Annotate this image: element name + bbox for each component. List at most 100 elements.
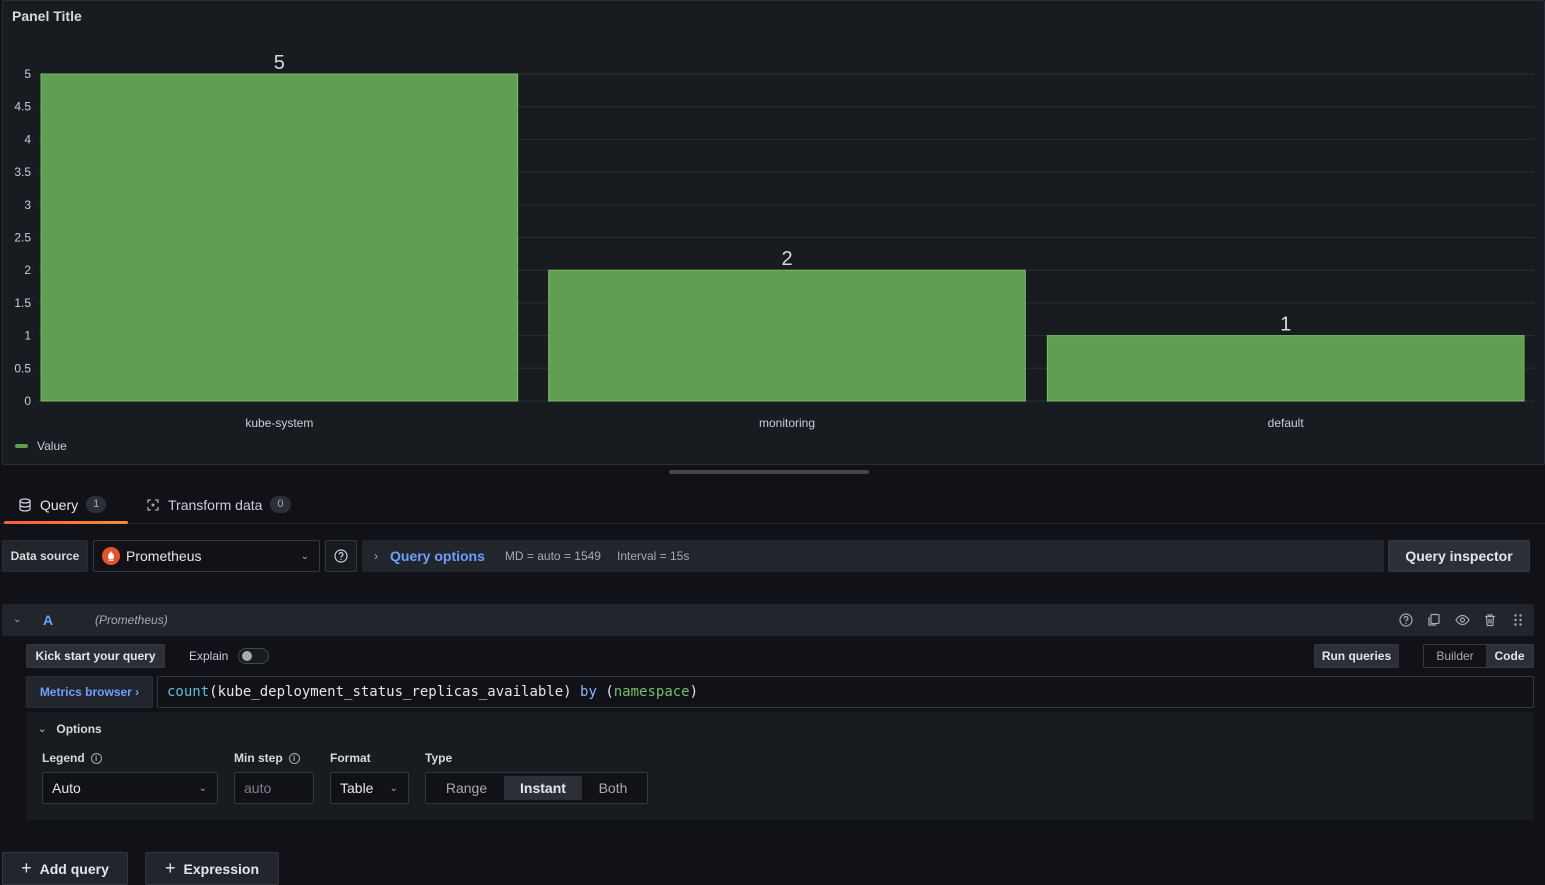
legend[interactable]: Value xyxy=(15,439,67,453)
query-row-actions xyxy=(1398,612,1526,628)
help-icon[interactable] xyxy=(1398,612,1414,628)
y-tick-label: 2.5 xyxy=(14,231,31,245)
datasource-picker[interactable]: Prometheus ⌄ xyxy=(93,540,320,572)
panel-resize-handle[interactable] xyxy=(669,470,869,474)
minstep-input[interactable]: auto xyxy=(234,772,314,804)
bar-value-label: 2 xyxy=(781,248,792,270)
chevron-down-icon: ⌄ xyxy=(389,783,398,794)
expr-keyword: by xyxy=(580,684,597,700)
query-expression-editor[interactable]: count (kube_deployment_status_replicas_av… xyxy=(157,676,1534,708)
datasource-selected: Prometheus xyxy=(126,548,202,564)
eye-icon[interactable] xyxy=(1454,612,1470,628)
datasource-label: Data source xyxy=(2,540,88,572)
y-tick-label: 4.5 xyxy=(14,100,31,114)
tab-query[interactable]: Query 1 xyxy=(4,486,128,524)
explain-label: Explain xyxy=(189,649,229,663)
explain-toggle[interactable] xyxy=(238,648,270,664)
help-icon xyxy=(334,549,348,563)
legend-select[interactable]: Auto ⌄ xyxy=(42,772,218,804)
expr-label: namespace xyxy=(613,684,690,700)
editor-tabs: Query 1 Transform data 0 xyxy=(0,486,1545,524)
panel: Panel Title 0 0.5 1 1.5 2 2.5 3 3.5 4 4.5 5 5 kube-s… xyxy=(2,0,1545,465)
interval: Interval = 15s xyxy=(616,549,690,563)
tab-transform-count: 0 xyxy=(270,496,291,513)
bar xyxy=(40,73,519,402)
x-tick-label: kube-system xyxy=(245,416,313,430)
trash-icon[interactable] xyxy=(1482,612,1498,628)
add-expression-button[interactable]: + Expression xyxy=(145,852,279,885)
duplicate-icon[interactable] xyxy=(1426,612,1442,628)
bar xyxy=(1046,335,1525,402)
legend-field-text: Legend xyxy=(42,751,85,765)
type-field-text: Type xyxy=(425,751,453,765)
options-toggle[interactable]: ⌄ Options xyxy=(38,722,102,736)
expression-label: Expression xyxy=(183,860,259,877)
datasource-help-button[interactable] xyxy=(325,540,357,572)
bar-value-label: 1 xyxy=(1280,314,1291,336)
kickstart-query-button[interactable]: Kick start your query xyxy=(26,644,165,668)
tab-transform[interactable]: Transform data 0 xyxy=(132,486,305,523)
bar-chart: 0 0.5 1 1.5 2 2.5 3 3.5 4 4.5 5 5 kube-system 2 monito… xyxy=(14,52,1535,430)
query-datasource-hint: (Prometheus) xyxy=(95,613,168,627)
x-tick-label: monitoring xyxy=(759,416,815,430)
datasource-row: Data source Prometheus ⌄ › Query options… xyxy=(0,540,1545,572)
query-ref-id[interactable]: A xyxy=(43,612,53,628)
legend-field-label: Legend i xyxy=(42,751,102,765)
explain-toggle-group: Explain xyxy=(189,648,270,664)
expr-function: count xyxy=(167,684,210,700)
database-icon xyxy=(19,497,31,512)
max-data-points: MD = auto = 1549 xyxy=(504,549,601,563)
type-radio-group: Range Instant Both xyxy=(425,772,648,804)
plus-icon: + xyxy=(165,858,176,878)
type-field-label: Type xyxy=(425,751,452,765)
format-field-text: Format xyxy=(330,751,371,765)
mode-builder[interactable]: Builder xyxy=(1424,645,1486,667)
tab-transform-label: Transform data xyxy=(168,496,263,513)
format-select[interactable]: Table ⌄ xyxy=(330,772,409,804)
expr-paren-open: ( xyxy=(596,684,614,700)
legend-select-value: Auto xyxy=(52,780,81,796)
y-tick-label: 5 xyxy=(24,67,31,81)
type-range[interactable]: Range xyxy=(429,776,504,800)
y-tick-label: 4 xyxy=(24,132,31,146)
legend-label[interactable]: Value xyxy=(37,439,67,453)
y-tick-label: 1 xyxy=(24,329,31,343)
add-query-button[interactable]: + Add query xyxy=(2,852,128,885)
editor-mode-toggle: Builder Code xyxy=(1423,644,1534,668)
x-tick-label: default xyxy=(1268,416,1305,430)
tab-query-label: Query xyxy=(40,496,79,513)
info-icon[interactable]: i xyxy=(288,752,300,764)
chevron-right-icon: › xyxy=(374,549,378,563)
type-instant[interactable]: Instant xyxy=(504,776,582,800)
drag-handle-icon[interactable] xyxy=(1510,612,1526,628)
bar-value-label: 5 xyxy=(274,52,285,74)
y-tick-label: 2 xyxy=(24,263,31,277)
plus-icon: + xyxy=(21,858,32,878)
bar xyxy=(548,269,1026,402)
tab-query-count: 1 xyxy=(86,496,107,513)
format-field-label: Format xyxy=(330,751,371,765)
minstep-field-text: Min step xyxy=(234,751,283,765)
prometheus-logo-icon xyxy=(102,547,120,565)
run-queries-button[interactable]: Run queries xyxy=(1314,644,1399,668)
y-tick-label: 0.5 xyxy=(14,361,31,375)
mode-code[interactable]: Code xyxy=(1486,645,1533,667)
chevron-down-icon: ⌄ xyxy=(300,551,309,562)
y-tick-label: 1.5 xyxy=(14,296,31,310)
y-tick-label: 0 xyxy=(24,394,31,408)
type-both[interactable]: Both xyxy=(582,776,644,800)
y-tick-label: 3.5 xyxy=(14,165,31,179)
legend-swatch xyxy=(15,444,28,448)
options-title: Options xyxy=(56,722,102,736)
chevron-down-icon: ⌄ xyxy=(198,783,207,794)
query-inspector-button[interactable]: Query inspector xyxy=(1388,540,1530,572)
query-options[interactable]: › Query options MD = auto = 1549 Interva… xyxy=(362,540,1384,572)
info-icon[interactable]: i xyxy=(90,752,102,764)
add-query-label: Add query xyxy=(39,860,109,877)
query-options-label[interactable]: Query options xyxy=(390,548,485,564)
expr-paren-close: ) xyxy=(689,684,699,700)
minstep-field-label: Min step i xyxy=(234,751,300,765)
collapse-chevron-icon[interactable]: ⌄ xyxy=(13,614,21,625)
query-row-header: ⌄ A (Prometheus) xyxy=(2,604,1534,636)
metrics-browser-button[interactable]: Metrics browser › xyxy=(26,676,153,708)
